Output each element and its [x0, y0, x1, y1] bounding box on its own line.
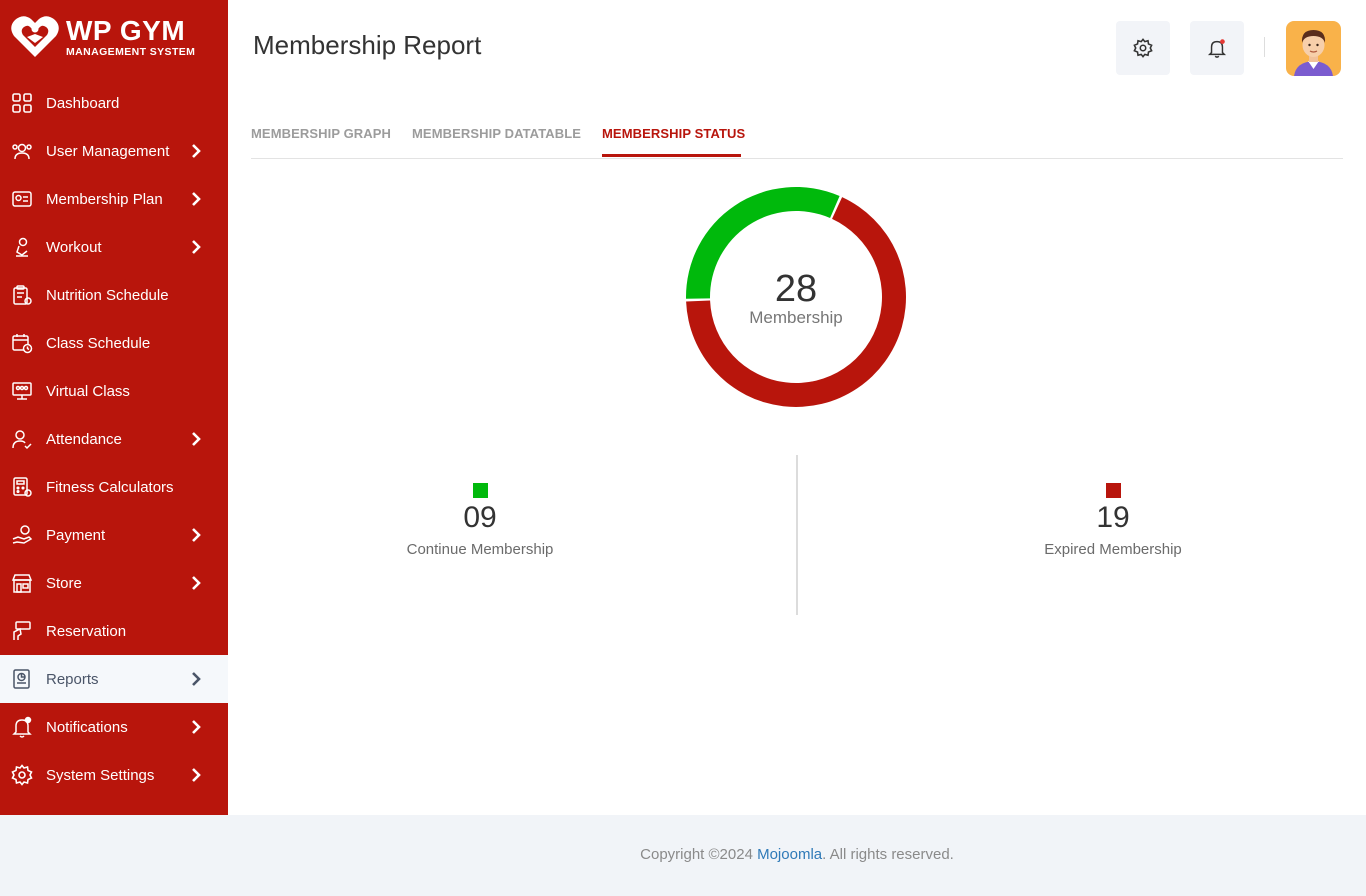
sidebar-item-user-management[interactable]: User Management [0, 127, 228, 175]
attendance-user-check-icon [11, 428, 33, 450]
mojoomla-link[interactable]: Mojoomla [757, 846, 822, 863]
gear-icon [1133, 38, 1153, 58]
continue-label: Continue Membership [406, 541, 554, 558]
copyright-text: Copyright ©2024 Mojoomla. All rights res… [228, 846, 1366, 863]
dashboard-grid-icon [11, 92, 33, 114]
legend-expired-membership: 19 Expired Membership [983, 483, 1243, 558]
donut-total-value: 28 [774, 268, 818, 310]
reports-icon [11, 668, 33, 690]
active-tab-indicator [602, 154, 741, 157]
brand-title: WP GYM [66, 14, 186, 46]
chevron-right-icon [192, 432, 201, 446]
reservation-book-icon [11, 620, 33, 642]
continue-color-swatch [472, 483, 488, 498]
sidebar-item-system-settings[interactable]: System Settings [0, 751, 228, 799]
sidebar-item-label: User Management [46, 142, 170, 160]
chevron-right-icon [192, 672, 201, 686]
header-divider [1264, 37, 1265, 57]
store-icon [11, 572, 33, 594]
legend-continue-membership: 09 Continue Membership [350, 483, 610, 558]
expired-count: 19 [1096, 501, 1130, 534]
report-tabs: MEMBERSHIP GRAPH MEMBERSHIP DATATABLE ME… [251, 116, 1343, 159]
sidebar-item-label: Nutrition Schedule [46, 286, 169, 304]
sidebar-item-nutrition-schedule[interactable]: Nutrition Schedule [0, 271, 228, 319]
sidebar-item-label: Virtual Class [46, 382, 130, 400]
sidebar-item-label: Store [46, 574, 82, 592]
sidebar-item-virtual-class[interactable]: Virtual Class [0, 367, 228, 415]
chevron-right-icon [192, 768, 201, 782]
sidebar-item-label: Reservation [46, 622, 127, 640]
expired-label: Expired Membership [1044, 541, 1182, 558]
donut-total-label: Membership [749, 308, 843, 327]
chevron-right-icon [192, 720, 201, 734]
sidebar-item-payment[interactable]: Payment [0, 511, 228, 559]
heart-logo-icon [11, 16, 59, 57]
chevron-right-icon [192, 192, 201, 206]
notifications-button[interactable] [1190, 21, 1244, 75]
donut-center: 28 Membership [676, 270, 916, 328]
expired-color-swatch [1105, 483, 1121, 498]
workout-icon [11, 236, 33, 258]
sidebar-item-attendance[interactable]: Attendance [0, 415, 228, 463]
brand-subtitle: MANAGEMENT SYSTEM [66, 45, 196, 58]
continue-count: 09 [463, 501, 497, 534]
sidebar-nav: Dashboard User Management Membership Pla… [0, 79, 228, 799]
sidebar-item-reports[interactable]: Reports [0, 655, 228, 703]
sidebar-item-class-schedule[interactable]: Class Schedule [0, 319, 228, 367]
chevron-right-icon [192, 576, 201, 590]
sidebar-item-dashboard[interactable]: Dashboard [0, 79, 228, 127]
sidebar-item-reservation[interactable]: Reservation [0, 607, 228, 655]
stats-divider [796, 455, 798, 615]
tab-membership-datatable[interactable]: MEMBERSHIP DATATABLE [412, 126, 581, 141]
sidebar-item-label: Membership Plan [46, 190, 163, 208]
calendar-clock-icon [11, 332, 33, 354]
sidebar-item-membership-plan[interactable]: Membership Plan [0, 175, 228, 223]
copyright-suffix: . All rights reserved. [822, 846, 954, 863]
nutrition-clipboard-icon [11, 284, 33, 306]
footer: Copyright ©2024 Mojoomla. All rights res… [0, 815, 1366, 896]
chevron-right-icon [192, 528, 201, 542]
sidebar: WP GYM MANAGEMENT SYSTEM Dashboard User … [0, 0, 228, 815]
sidebar-item-label: System Settings [46, 766, 155, 784]
membership-card-icon [11, 188, 33, 210]
tab-membership-graph[interactable]: MEMBERSHIP GRAPH [251, 126, 391, 141]
bell-icon [1207, 39, 1227, 58]
payment-hand-icon [11, 524, 33, 546]
calculator-icon [11, 476, 33, 498]
tab-membership-status[interactable]: MEMBERSHIP STATUS [602, 126, 745, 141]
page-title: Membership Report [253, 30, 482, 60]
sidebar-item-label: Class Schedule [46, 334, 151, 352]
user-group-icon [11, 140, 33, 162]
sidebar-item-fitness-calculators[interactable]: Fitness Calculators [0, 463, 228, 511]
virtual-class-icon [11, 380, 33, 402]
copyright-prefix: Copyright ©2024 [640, 846, 758, 863]
avatar[interactable] [1286, 21, 1341, 76]
gear-icon [11, 764, 33, 786]
sidebar-item-label: Attendance [46, 430, 122, 448]
user-avatar-icon [1294, 30, 1333, 76]
brand-logo[interactable]: WP GYM MANAGEMENT SYSTEM [10, 12, 220, 62]
sidebar-item-label: Notifications [46, 718, 128, 736]
sidebar-item-workout[interactable]: Workout [0, 223, 228, 271]
sidebar-item-notifications[interactable]: Notifications [0, 703, 228, 751]
chevron-right-icon [192, 240, 201, 254]
sidebar-item-label: Payment [46, 526, 106, 544]
chevron-right-icon [192, 144, 201, 158]
bell-icon [11, 716, 33, 738]
sidebar-item-label: Dashboard [46, 94, 120, 112]
settings-button[interactable] [1116, 21, 1170, 75]
sidebar-item-label: Workout [46, 238, 102, 256]
sidebar-item-label: Fitness Calculators [46, 478, 174, 496]
sidebar-item-label: Reports [46, 670, 99, 688]
sidebar-item-store[interactable]: Store [0, 559, 228, 607]
